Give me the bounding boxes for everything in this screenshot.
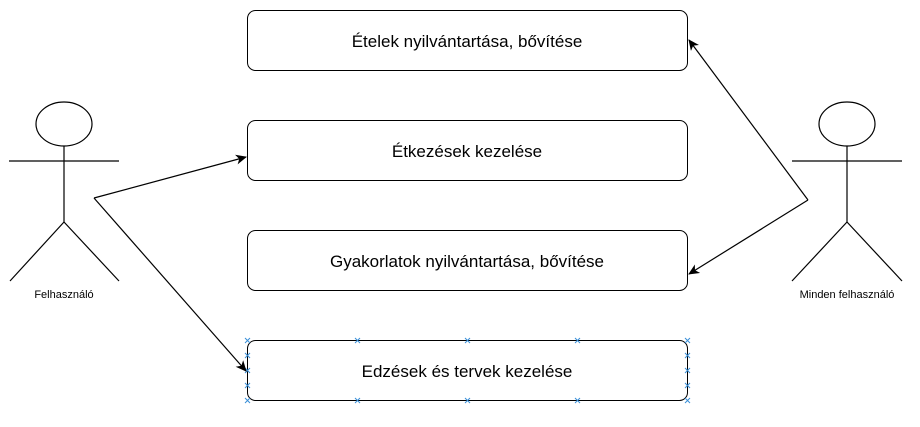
actor-right-leg bbox=[63, 221, 120, 282]
actor-felhasznalo[interactable]: Felhasználó bbox=[9, 101, 120, 301]
use-case-edzesek[interactable]: Edzések és tervek kezelése bbox=[244, 337, 691, 404]
actor-head bbox=[35, 101, 93, 147]
selection-handle[interactable] bbox=[684, 397, 691, 404]
association-arrow-to-etelek[interactable] bbox=[688, 39, 809, 201]
use-case-gyakorlatok[interactable]: Gyakorlatok nyilvántartása, bővítése bbox=[247, 230, 688, 291]
association-arrow-to-gyakorlatok[interactable] bbox=[688, 199, 809, 275]
selection-handle[interactable] bbox=[684, 337, 691, 344]
association-arrow-to-edzesek[interactable] bbox=[93, 197, 247, 372]
actor-left-leg bbox=[9, 221, 65, 282]
use-case-etelek[interactable]: Ételek nyilvántartása, bővítése bbox=[247, 10, 688, 71]
use-case-label: Gyakorlatok nyilvántartása, bővítése bbox=[330, 252, 604, 271]
use-case-label: Ételek nyilvántartása, bővítése bbox=[352, 32, 583, 51]
association-arrow-to-etkezesek[interactable] bbox=[93, 154, 247, 199]
use-case-label: Étkezések kezelése bbox=[392, 142, 542, 161]
actor-left-leg bbox=[791, 221, 848, 282]
selection-handle[interactable] bbox=[244, 337, 251, 344]
actor-label-minden-felhasznalo: Minden felhasználó bbox=[800, 289, 895, 301]
actor-right-leg bbox=[846, 221, 903, 282]
use-case-etkezesek[interactable]: Étkezések kezelése bbox=[247, 120, 688, 181]
use-case-diagram: Felhasználó Minden felhasználó Ételek ny… bbox=[9, 10, 903, 404]
actor-minden-felhasznalo[interactable]: Minden felhasználó bbox=[791, 101, 903, 301]
selection-handle[interactable] bbox=[244, 397, 251, 404]
actor-label-felhasznalo: Felhasználó bbox=[34, 289, 93, 301]
actor-head bbox=[818, 101, 876, 147]
use-case-label: Edzések és tervek kezelése bbox=[362, 362, 573, 381]
